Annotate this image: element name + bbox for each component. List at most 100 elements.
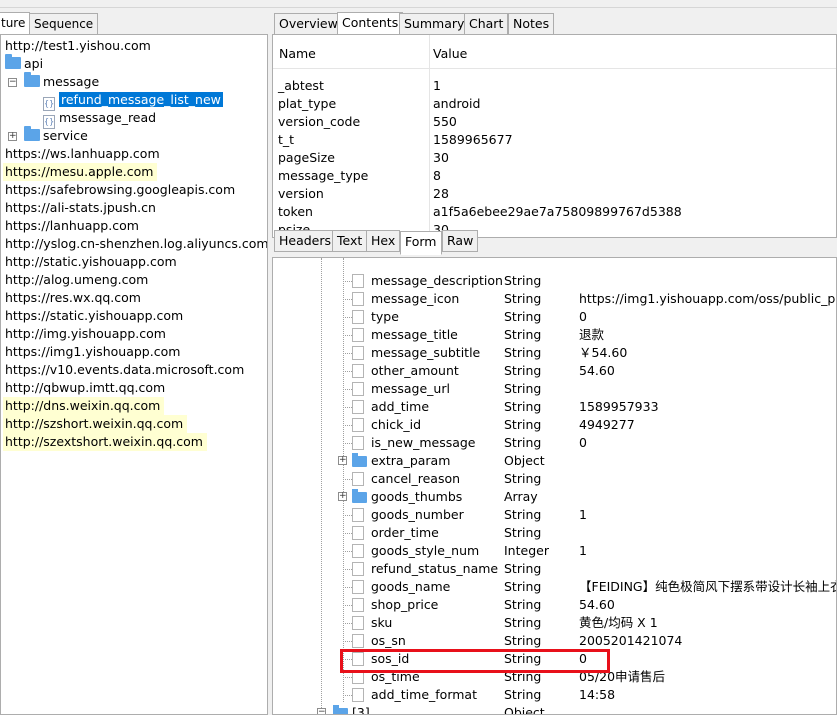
tab-sequence[interactable]: Sequence — [29, 13, 99, 35]
tree-folder-service[interactable]: service — [24, 126, 88, 145]
host-label: https://mesu.apple.com — [5, 164, 154, 179]
tree-folder-api[interactable]: api — [5, 54, 43, 73]
form-field-row[interactable]: message_title String 退款 — [273, 326, 836, 344]
param-row[interactable]: pageSize 30 — [273, 149, 836, 167]
host-row[interactable]: https://mesu.apple.com — [3, 163, 158, 181]
form-field-row[interactable]: message_subtitle String ￥54.60 — [273, 344, 836, 362]
tab-chart[interactable]: Chart — [464, 13, 509, 35]
tree-file-refund-message-list-new[interactable]: {} refund_message_list_new — [43, 91, 223, 111]
form-field-row[interactable]: message_description String — [273, 272, 836, 290]
form-field-row[interactable]: message_icon String https://img1.yishouapp… — [273, 290, 837, 308]
form-field-row[interactable]: type String 0 — [273, 308, 836, 326]
column-header-name[interactable]: Name — [279, 46, 316, 61]
host-row[interactable]: http://szextshort.weixin.qq.com — [3, 433, 207, 451]
expand-icon[interactable]: + — [338, 492, 347, 501]
form-field-row[interactable]: os_sn String 2005201421074 — [273, 632, 836, 650]
field-name: cancel_reason — [371, 471, 461, 486]
form-field-row[interactable]: chick_id String 4949277 — [273, 416, 836, 434]
expand-icon[interactable]: + — [338, 456, 347, 465]
form-field-row[interactable]: sku String 黄色/均码 X 1 — [273, 614, 836, 632]
tab-hex[interactable]: Hex — [366, 230, 401, 252]
tab-structure[interactable]: ture — [0, 12, 31, 36]
form-field-row[interactable]: is_new_message String 0 — [273, 434, 836, 452]
field-name: goods_thumbs — [371, 489, 463, 504]
host-row[interactable]: http://img.yishouapp.com — [5, 325, 166, 343]
form-field-row[interactable]: goods_name String 【FEIDING】纯色极简风下摆系带设计长袖上衣 — [273, 578, 836, 596]
param-row[interactable]: _abtest 1 — [273, 77, 836, 95]
field-value: 54.60 — [579, 597, 615, 612]
host-row[interactable]: http://dns.weixin.qq.com — [3, 397, 165, 415]
tab-overview[interactable]: Overview — [274, 13, 343, 35]
tree-folder-message[interactable]: message — [24, 72, 99, 91]
host-row[interactable]: https://ali-stats.jpush.cn — [5, 199, 156, 217]
field-icon — [352, 616, 364, 630]
field-type: String — [504, 507, 542, 522]
tab-contents[interactable]: Contents — [337, 12, 404, 36]
field-name: os_sn — [371, 633, 406, 648]
tab-form[interactable]: Form — [400, 231, 442, 255]
tab-headers[interactable]: Headers — [274, 230, 337, 252]
form-field-row[interactable]: shop_price String 54.60 — [273, 596, 836, 614]
form-field-row[interactable]: message_url String — [273, 380, 836, 398]
host-row[interactable]: https://img1.yishouapp.com — [5, 343, 180, 361]
host-row[interactable]: https://static.yishouapp.com — [5, 307, 183, 325]
tab-summary[interactable]: Summary — [399, 13, 470, 35]
host-row[interactable]: http://test1.yishou.com — [5, 37, 151, 55]
field-name: message_description — [371, 273, 503, 288]
host-label: https://static.yishouapp.com — [5, 308, 184, 323]
host-label: http://dns.weixin.qq.com — [5, 398, 161, 413]
host-row[interactable]: http://szshort.weixin.qq.com — [3, 415, 188, 433]
form-field-row[interactable]: goods_style_num Integer 1 — [273, 542, 836, 560]
host-label: http://szshort.weixin.qq.com — [5, 416, 184, 431]
collapse-icon[interactable]: − — [317, 708, 326, 714]
host-label: https://img1.yishouapp.com — [5, 344, 181, 359]
host-label: http://img.yishouapp.com — [5, 326, 166, 341]
param-row[interactable]: version_code 550 — [273, 113, 836, 131]
field-type: String — [504, 363, 542, 378]
column-header-value[interactable]: Value — [433, 46, 467, 61]
field-icon — [352, 526, 364, 540]
field-value: 54.60 — [579, 363, 615, 378]
form-field-row[interactable]: refund_status_name String — [273, 560, 836, 578]
form-field-row[interactable]: cancel_reason String — [273, 470, 836, 488]
field-value: ￥54.60 — [579, 345, 628, 360]
field-name: sku — [371, 615, 393, 630]
host-label: https://ws.lanhuapp.com — [5, 146, 160, 161]
param-row[interactable]: message_type 8 — [273, 167, 836, 185]
host-row[interactable]: http://yslog.cn-shenzhen.log.aliyuncs.co… — [5, 235, 267, 253]
field-name: is_new_message — [371, 435, 476, 450]
field-icon — [352, 292, 364, 306]
host-row[interactable]: https://v10.events.data.microsoft.com — [5, 361, 244, 379]
field-type: String — [504, 633, 542, 648]
form-node-row[interactable]: − [3] Object — [273, 704, 836, 714]
object-folder-icon — [333, 705, 348, 714]
host-row[interactable]: https://ws.lanhuapp.com — [5, 145, 160, 163]
form-field-row[interactable]: order_time String — [273, 524, 836, 542]
field-value: https://img1.yishouapp.com/oss/public_pr… — [579, 291, 837, 306]
param-row[interactable]: plat_type android — [273, 95, 836, 113]
form-field-row[interactable]: other_amount String 54.60 — [273, 362, 836, 380]
collapse-icon[interactable]: − — [8, 78, 17, 87]
host-row[interactable]: https://res.wx.qq.com — [5, 289, 141, 307]
host-row[interactable]: https://lanhuapp.com — [5, 217, 139, 235]
tab-raw[interactable]: Raw — [442, 230, 479, 252]
param-row[interactable]: token a1f5a6ebee29ae7a75809899767d5388 — [273, 203, 836, 221]
tab-text[interactable]: Text — [332, 230, 368, 252]
param-row[interactable]: t_t 1589965677 — [273, 131, 836, 149]
form-field-row[interactable]: add_time_format String 14:58 — [273, 686, 836, 704]
array-folder-icon — [352, 489, 367, 503]
param-row[interactable]: version 28 — [273, 185, 836, 203]
form-field-row[interactable]: add_time String 1589957933 — [273, 398, 836, 416]
tab-notes[interactable]: Notes — [508, 13, 555, 35]
form-field-row[interactable]: + extra_param Object — [273, 452, 836, 470]
host-row[interactable]: http://qbwup.imtt.qq.com — [5, 379, 165, 397]
tree-file-msessage-read[interactable]: {} msessage_read — [43, 109, 156, 129]
field-name: other_amount — [371, 363, 459, 378]
form-field-row[interactable]: goods_number String 1 — [273, 506, 836, 524]
field-type: Object — [504, 453, 545, 468]
form-field-row[interactable]: + goods_thumbs Array — [273, 488, 836, 506]
expand-icon[interactable]: + — [8, 132, 17, 141]
host-row[interactable]: http://static.yishouapp.com — [5, 253, 177, 271]
host-row[interactable]: https://safebrowsing.googleapis.com — [5, 181, 235, 199]
host-row[interactable]: http://alog.umeng.com — [5, 271, 148, 289]
